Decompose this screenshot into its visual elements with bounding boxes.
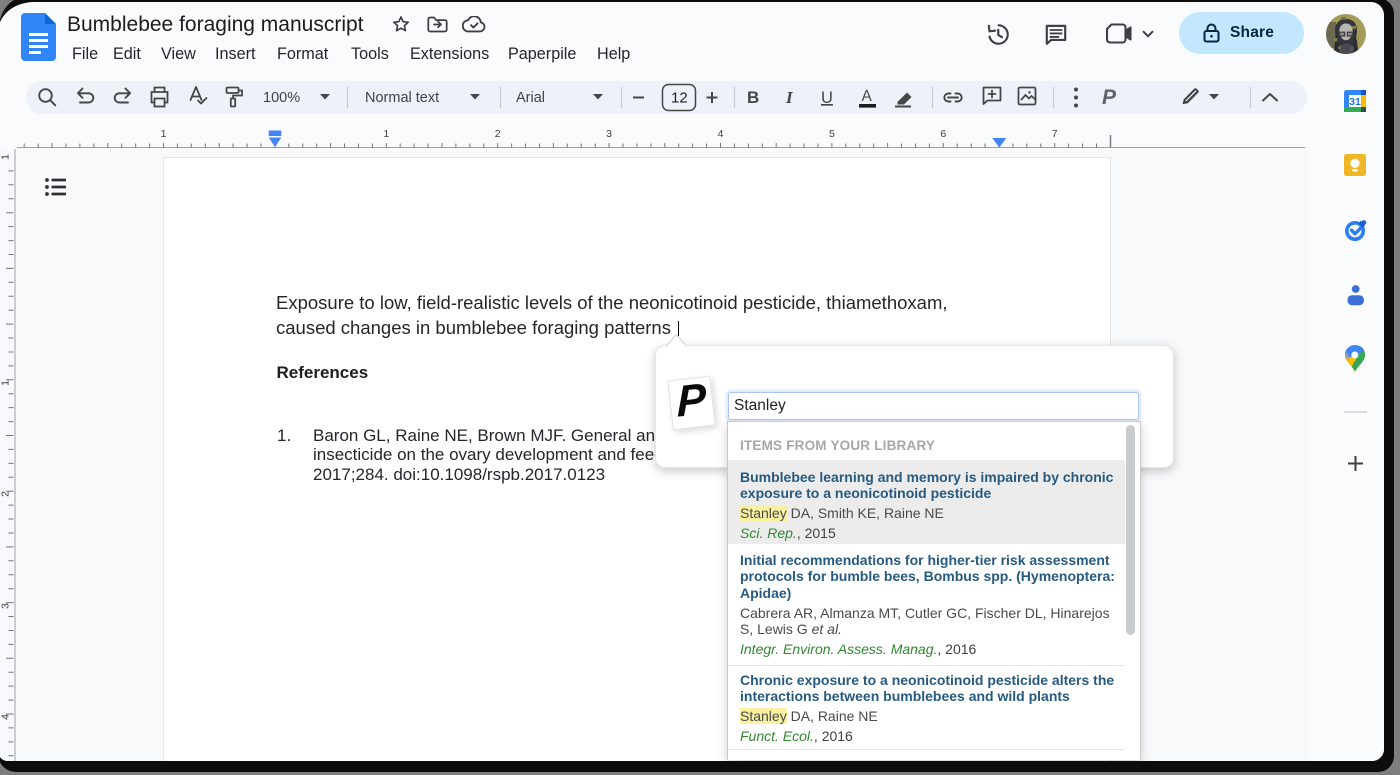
svg-text:1: 1 bbox=[0, 380, 12, 386]
svg-text:12: 12 bbox=[671, 90, 688, 107]
svg-text:100%: 100% bbox=[263, 90, 300, 106]
svg-text:U: U bbox=[821, 89, 833, 107]
svg-text:1: 1 bbox=[0, 154, 12, 160]
svg-text:7: 7 bbox=[1052, 128, 1058, 140]
svg-text:I: I bbox=[785, 88, 794, 107]
svg-text:4: 4 bbox=[0, 714, 12, 720]
svg-text:Normal text: Normal text bbox=[365, 90, 439, 106]
svg-text:B: B bbox=[747, 88, 759, 107]
svg-text:3: 3 bbox=[606, 128, 612, 140]
svg-text:3: 3 bbox=[0, 603, 12, 609]
svg-text:A: A bbox=[862, 88, 873, 105]
svg-text:31: 31 bbox=[1349, 96, 1361, 108]
svg-text:1: 1 bbox=[161, 128, 167, 140]
svg-text:Arial: Arial bbox=[516, 90, 545, 106]
svg-text:2: 2 bbox=[495, 128, 501, 140]
svg-text:4: 4 bbox=[718, 128, 724, 140]
svg-text:6: 6 bbox=[940, 128, 946, 140]
svg-text:5: 5 bbox=[829, 128, 835, 140]
svg-text:2: 2 bbox=[0, 491, 12, 497]
svg-text:P: P bbox=[1102, 86, 1117, 109]
svg-text:1: 1 bbox=[383, 128, 389, 140]
